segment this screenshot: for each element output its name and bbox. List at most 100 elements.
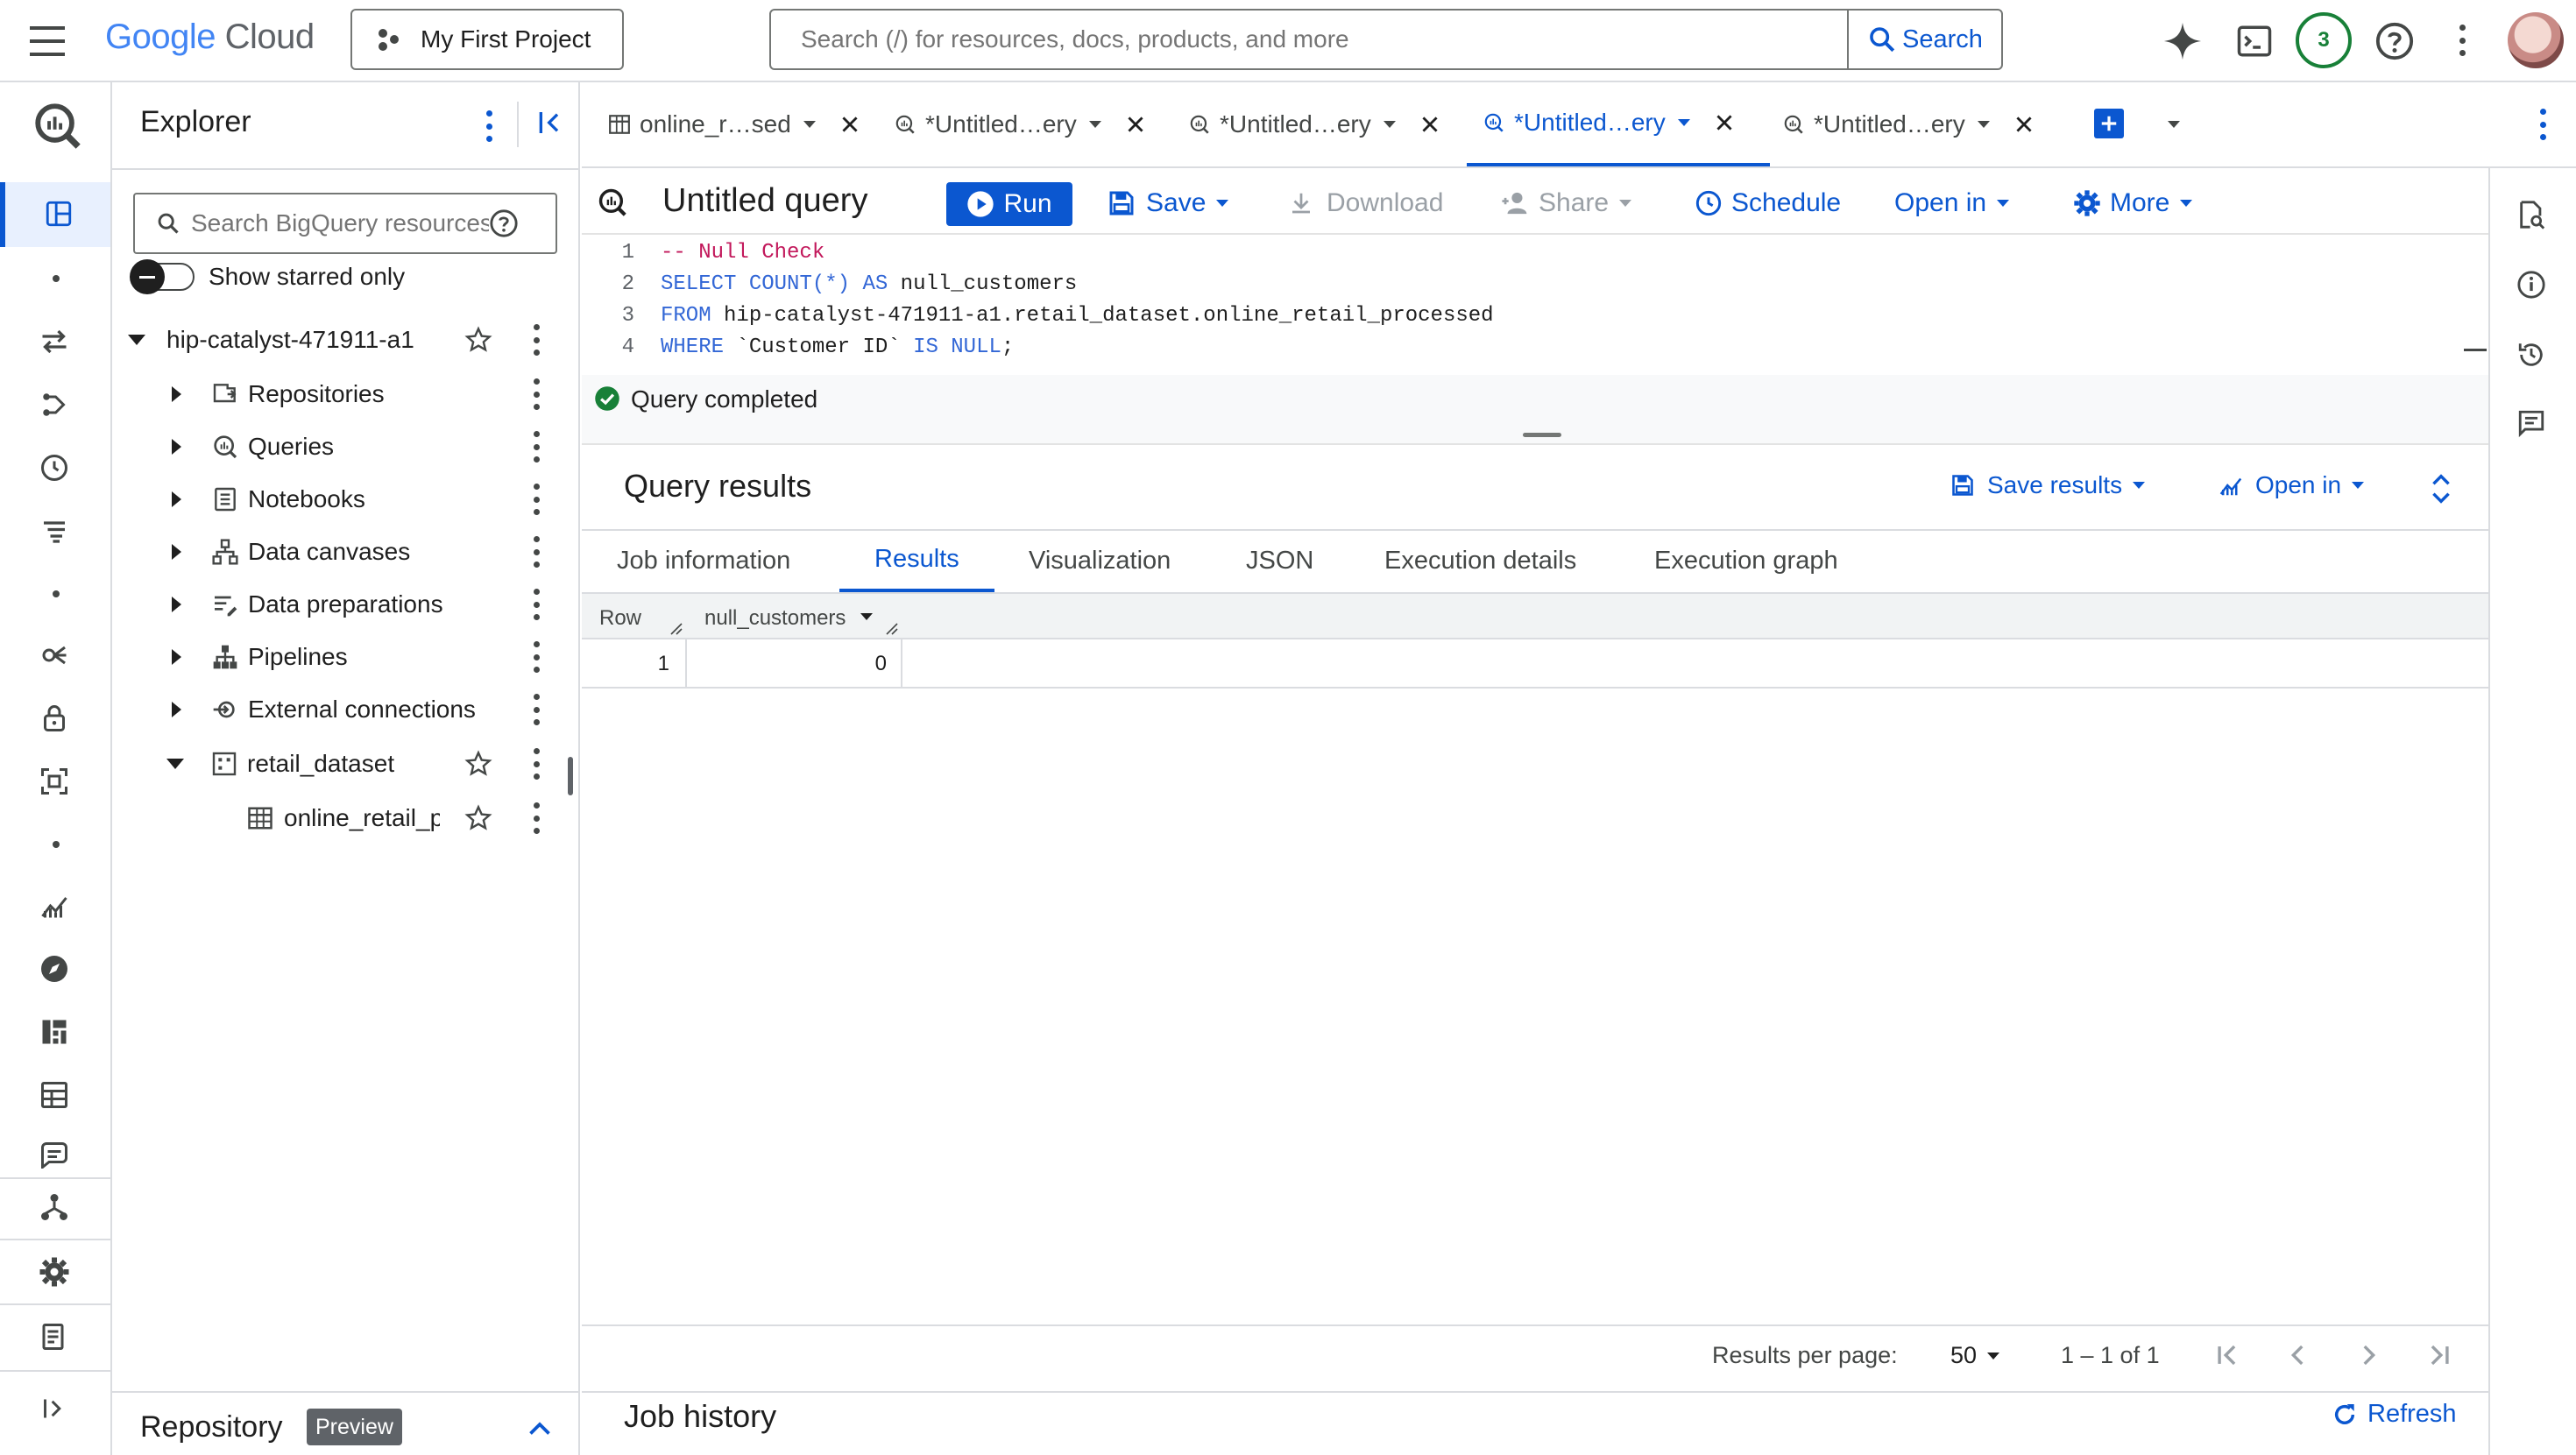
previous-page-icon[interactable]	[2283, 1340, 2313, 1370]
analytics-hub-icon[interactable]	[39, 639, 70, 671]
share-button[interactable]: Share	[1500, 180, 1632, 226]
dataset-node[interactable]: retail_dataset	[112, 738, 577, 790]
main-menu-icon[interactable]	[30, 26, 65, 56]
collapse-arrow-icon[interactable]	[166, 759, 184, 769]
refresh-button[interactable]: Refresh	[2331, 1400, 2457, 1429]
item-more-icon[interactable]	[533, 378, 540, 410]
explorer-search-input[interactable]	[191, 209, 489, 237]
tabs-more-icon[interactable]	[2539, 109, 2546, 140]
scheduled-queries-icon[interactable]	[39, 452, 70, 484]
tab-execution-graph[interactable]: Execution graph	[1654, 529, 1838, 592]
policy-tags-lock-icon[interactable]	[39, 703, 70, 734]
comments-icon[interactable]	[2516, 408, 2546, 438]
expand-arrow-icon[interactable]	[172, 649, 181, 665]
dataset-more-icon[interactable]	[533, 748, 540, 780]
table-node[interactable]: online_retail_p	[112, 792, 577, 844]
item-more-icon[interactable]	[533, 641, 540, 673]
close-icon[interactable]	[839, 113, 861, 136]
help-icon[interactable]	[2374, 21, 2415, 61]
item-more-icon[interactable]	[533, 484, 540, 515]
tab-menu-icon[interactable]	[803, 121, 816, 128]
monitoring-chart-icon[interactable]	[39, 890, 70, 922]
more-button[interactable]: More	[2073, 180, 2193, 226]
tab-menu-icon[interactable]	[1383, 121, 1396, 128]
tree-item-notebooks[interactable]: Notebooks	[112, 473, 577, 526]
star-icon[interactable]	[464, 804, 492, 832]
tab-results[interactable]: Results	[839, 529, 994, 592]
project-picker-button[interactable]: My First Project	[350, 9, 624, 70]
account-avatar[interactable]	[2508, 12, 2564, 68]
run-button[interactable]: Run	[946, 182, 1072, 226]
chevron-up-icon[interactable]	[524, 1414, 556, 1445]
explore-compass-icon[interactable]	[39, 953, 70, 985]
tree-item-data-preparations[interactable]: Data preparations	[112, 578, 577, 631]
data-transfers-icon[interactable]	[39, 326, 70, 357]
expand-arrow-icon[interactable]	[172, 439, 181, 455]
collapse-explorer-icon[interactable]	[536, 109, 564, 137]
bigquery-logo-icon[interactable]	[32, 100, 82, 151]
star-icon[interactable]	[464, 750, 492, 778]
search-button[interactable]: Search	[1847, 11, 2001, 68]
help-icon[interactable]	[489, 208, 519, 238]
tab-untitled-query-4[interactable]: *Untitled…ery	[1782, 82, 2071, 166]
expand-arrow-icon[interactable]	[172, 386, 181, 402]
dashboard-grid-icon[interactable]	[39, 1016, 70, 1048]
star-icon[interactable]	[464, 326, 492, 354]
release-notes-icon[interactable]	[39, 1321, 70, 1353]
save-button[interactable]: Save	[1108, 180, 1229, 226]
explorer-search-box[interactable]	[133, 193, 557, 254]
expand-collapse-icon[interactable]	[2427, 471, 2455, 506]
settings-gear-icon[interactable]	[39, 1256, 70, 1288]
save-results-button[interactable]: Save results	[1950, 471, 2146, 499]
data-quality-scan-icon[interactable]	[39, 766, 70, 797]
tab-menu-icon[interactable]	[1088, 121, 1101, 128]
results-per-page-select[interactable]: 50	[1950, 1342, 2000, 1369]
gemini-sparkle-icon[interactable]	[2162, 21, 2203, 61]
tab-job-information[interactable]: Job information	[617, 529, 790, 592]
download-button[interactable]: Download	[1288, 180, 1443, 226]
close-icon[interactable]	[1124, 113, 1147, 136]
pipelines-nav-icon[interactable]	[39, 389, 70, 420]
search-bar[interactable]: Search	[769, 9, 2003, 70]
expand-arrow-icon[interactable]	[172, 544, 181, 560]
data-lineage-icon[interactable]	[39, 1191, 70, 1223]
schedule-button[interactable]: Schedule	[1695, 180, 1841, 226]
toggle-switch[interactable]	[130, 259, 195, 294]
column-sort-caret[interactable]	[860, 613, 873, 620]
project-more-icon[interactable]	[533, 324, 540, 356]
tab-untitled-query-active[interactable]: *Untitled…ery	[1467, 82, 1770, 166]
tab-online-retail-table[interactable]: online_r…sed	[608, 82, 888, 166]
query-details-icon[interactable]	[2516, 200, 2546, 230]
cloud-shell-icon[interactable]	[2236, 23, 2273, 60]
close-icon[interactable]	[1419, 113, 1441, 136]
table-more-icon[interactable]	[533, 802, 540, 834]
tree-item-data-canvases[interactable]: Data canvases	[112, 526, 577, 578]
version-history-icon[interactable]	[2516, 340, 2546, 370]
expand-arrow-icon[interactable]	[172, 597, 181, 612]
null-customers-cell[interactable]: 0	[687, 652, 887, 676]
query-history-icon[interactable]	[39, 515, 70, 547]
column-resize-handle-icon[interactable]	[669, 622, 683, 636]
close-icon[interactable]	[1713, 111, 1736, 134]
search-input[interactable]	[771, 11, 1847, 68]
tab-untitled-query-2[interactable]: *Untitled…ery	[1188, 82, 1477, 166]
query-title[interactable]: Untitled query	[662, 182, 867, 220]
expand-rail-icon[interactable]	[42, 1396, 67, 1421]
open-in-button[interactable]: Open in	[1894, 180, 2010, 226]
column-header-null-customers[interactable]: null_customers	[704, 606, 846, 631]
explorer-more-icon[interactable]	[485, 110, 492, 142]
item-more-icon[interactable]	[533, 589, 540, 620]
info-icon[interactable]	[2516, 270, 2546, 300]
chat-agents-icon[interactable]	[39, 1142, 70, 1169]
show-starred-toggle[interactable]: Show starred only	[130, 259, 405, 294]
close-icon[interactable]	[2013, 113, 2035, 136]
first-page-icon[interactable]	[2213, 1340, 2243, 1370]
google-cloud-logo[interactable]: Google Cloud	[105, 18, 315, 57]
settings-more-icon[interactable]	[2459, 25, 2466, 56]
project-node[interactable]: hip-catalyst-471911-a1	[112, 314, 577, 366]
collapse-arrow-icon[interactable]	[128, 335, 145, 345]
tab-untitled-query-1[interactable]: *Untitled…ery	[894, 82, 1183, 166]
column-resize-handle-icon[interactable]	[885, 622, 899, 636]
results-open-in-button[interactable]: Open in	[2217, 471, 2365, 499]
expand-arrow-icon[interactable]	[172, 702, 181, 717]
